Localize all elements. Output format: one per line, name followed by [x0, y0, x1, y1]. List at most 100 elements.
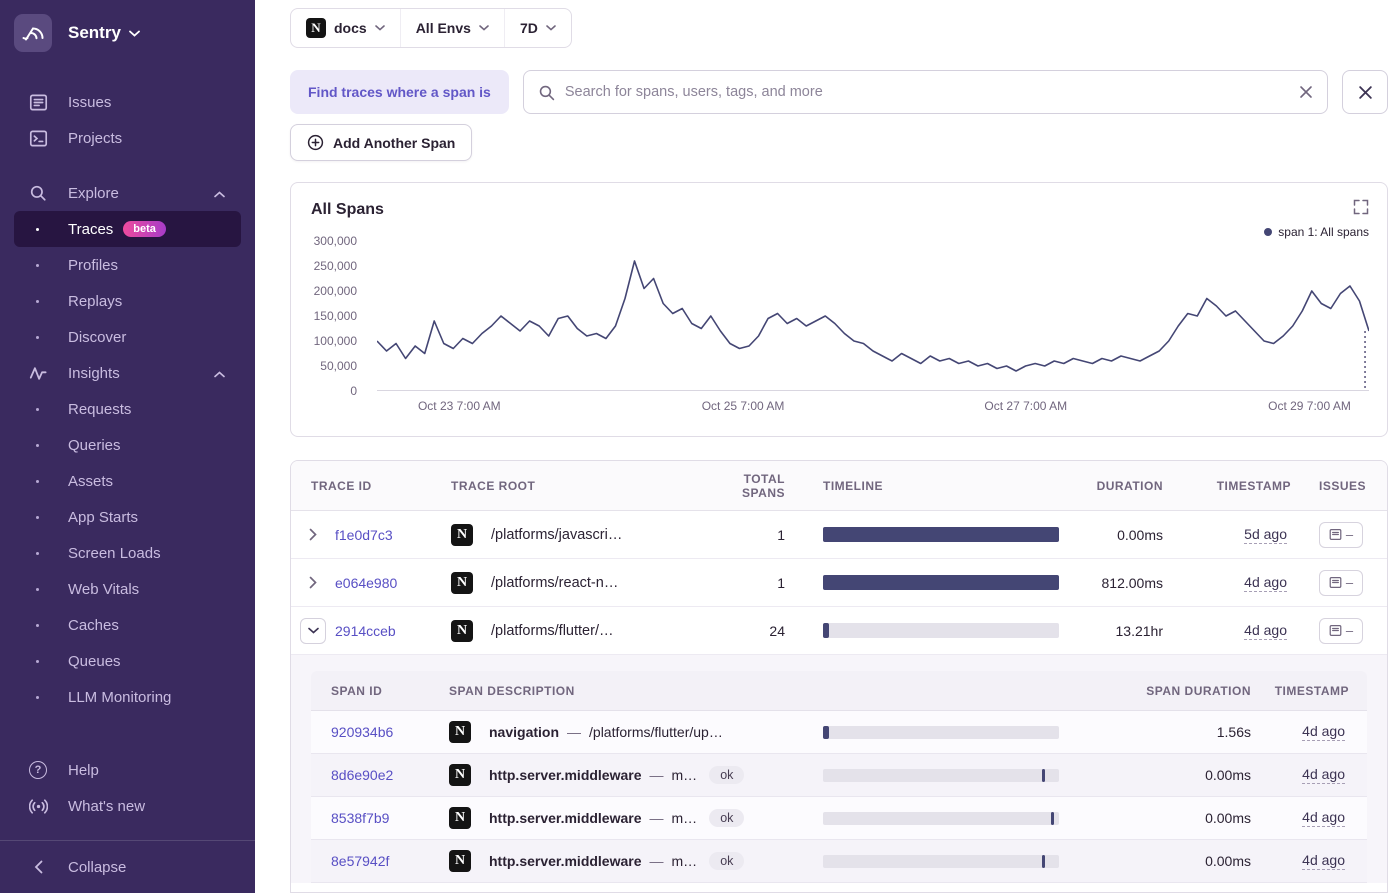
chart-legend[interactable]: span 1: All spans [1264, 225, 1369, 239]
sidebar-item-label: Requests [68, 400, 132, 418]
span-description: http.server.middleware — m… ok [489, 852, 823, 870]
timeline-track [823, 811, 1059, 825]
trace-id-link[interactable]: 2914cceb [335, 623, 451, 639]
sidebar-item-caches[interactable]: Caches [14, 607, 241, 643]
span-id-link[interactable]: 8d6e90e2 [311, 767, 449, 783]
span-op: http.server.middleware [489, 767, 642, 783]
span-row[interactable]: 8e57942f N http.server.middleware — m… o… [311, 840, 1367, 883]
project-icon: N [449, 807, 471, 829]
span-row[interactable]: 8538f7b9 N http.server.middleware — m… o… [311, 797, 1367, 840]
table-row[interactable]: e064e980 N /platforms/react-n… 1 812.00m… [291, 559, 1387, 607]
sidebar-item-queues[interactable]: Queues [14, 643, 241, 679]
sidebar-item-app-starts[interactable]: App Starts [14, 499, 241, 535]
environment-filter-dropdown[interactable]: All Envs [399, 9, 504, 47]
issues-button[interactable]: – [1319, 521, 1363, 548]
collapse-chevron-button[interactable] [300, 617, 326, 644]
sidebar-section-insights[interactable]: Insights [0, 355, 255, 391]
bullet-icon [36, 659, 39, 663]
plus-circle-icon [307, 134, 324, 151]
timestamp[interactable]: 4d ago [1302, 809, 1345, 827]
chevron-down-icon [129, 30, 140, 37]
timestamp[interactable]: 4d ago [1302, 852, 1345, 870]
y-axis-label: 200,000 [313, 284, 357, 298]
y-axis-label: 300,000 [313, 234, 357, 248]
sidebar-item-replays[interactable]: Replays [14, 283, 241, 319]
span-id-link[interactable]: 8e57942f [311, 853, 449, 869]
add-another-span-button[interactable]: Add Another Span [290, 124, 473, 161]
sidebar-item-projects[interactable]: Projects [0, 120, 255, 156]
sidebar-item-discover[interactable]: Discover [14, 319, 241, 355]
sidebar-item-assets[interactable]: Assets [14, 463, 241, 499]
chart-plot-area[interactable] [377, 241, 1369, 391]
issues-icon [28, 93, 48, 112]
legend-label: span 1: All spans [1278, 225, 1369, 239]
chevron-up-icon [214, 365, 225, 382]
timeline-track [823, 768, 1059, 782]
span-row[interactable]: 920934b6 N navigation — /platforms/flutt… [311, 711, 1367, 754]
bullet-icon [36, 443, 39, 447]
issues-button[interactable]: – [1319, 617, 1363, 644]
span-target: m… [671, 767, 698, 783]
timeline-track [823, 623, 1059, 638]
span-id-link[interactable]: 8538f7b9 [311, 810, 449, 826]
sidebar-item-llm-monitoring[interactable]: LLM Monitoring [14, 679, 241, 715]
sidebar-item-help[interactable]: ? Help [0, 752, 255, 788]
span-id-link[interactable]: 920934b6 [311, 724, 449, 740]
timestamp[interactable]: 4d ago [1244, 621, 1287, 640]
total-spans: 1 [777, 526, 785, 543]
timestamp[interactable]: 4d ago [1302, 766, 1345, 784]
date-range-dropdown[interactable]: 7D [503, 9, 571, 47]
clear-search-icon[interactable] [1299, 85, 1313, 99]
sidebar-item-label: What's new [68, 797, 146, 815]
sidebar-item-label: Queries [68, 436, 121, 454]
timeline-bar [1042, 768, 1046, 782]
expand-chevron-icon[interactable] [291, 528, 335, 541]
span-description: http.server.middleware — m… ok [489, 809, 823, 827]
project-avatar: N [306, 18, 326, 38]
trace-root: /platforms/flutter/… [491, 622, 614, 639]
span-search-box[interactable] [522, 70, 1328, 114]
sidebar-item-label: Queues [68, 652, 121, 670]
col-timestamp: Timestamp [1216, 478, 1291, 493]
span-row[interactable]: 8d6e90e2 N http.server.middleware — m… o… [311, 754, 1367, 797]
bullet-icon [36, 335, 39, 339]
sidebar-item-screen-loads[interactable]: Screen Loads [14, 535, 241, 571]
sentry-logo-icon[interactable] [14, 14, 52, 52]
sidebar-item-profiles[interactable]: Profiles [14, 247, 241, 283]
fullscreen-icon[interactable] [1353, 199, 1369, 220]
trace-id-link[interactable]: e064e980 [335, 575, 451, 591]
trace-id-link[interactable]: f1e0d7c3 [335, 527, 451, 543]
main-content: N docs All Envs 7D Find traces where a s… [255, 0, 1400, 893]
sidebar-item-whats-new[interactable]: What's new [0, 788, 255, 824]
timeline-bar [823, 623, 829, 638]
y-axis-label: 100,000 [313, 334, 357, 348]
table-row-expanded[interactable]: 2914cceb N /platforms/flutter/… 24 13.21… [291, 607, 1387, 655]
table-row[interactable]: f1e0d7c3 N /platforms/javascri… 1 0.00ms… [291, 511, 1387, 559]
timestamp[interactable]: 4d ago [1302, 723, 1345, 741]
x-axis-line [377, 390, 1369, 391]
sidebar-item-label: App Starts [68, 508, 139, 526]
sidebar-item-requests[interactable]: Requests [14, 391, 241, 427]
sidebar-item-traces[interactable]: Traces beta [14, 211, 241, 247]
issues-count: – [1345, 575, 1354, 590]
issues-button[interactable]: – [1319, 569, 1363, 596]
sidebar-item-label: Screen Loads [68, 544, 161, 562]
timestamp[interactable]: 5d ago [1244, 525, 1287, 544]
sidebar-item-web-vitals[interactable]: Web Vitals [14, 571, 241, 607]
sidebar-item-issues[interactable]: Issues [0, 84, 255, 120]
project-filter-dropdown[interactable]: N docs [291, 9, 400, 47]
span-search-input[interactable] [564, 84, 1289, 100]
expanded-trace-section: Span ID Span Description Span Duration T… [291, 655, 1387, 883]
org-switcher[interactable]: Sentry [68, 23, 140, 43]
remove-span-filter-button[interactable] [1342, 70, 1388, 114]
dash-separator: — [649, 853, 664, 869]
sidebar-item-queries[interactable]: Queries [14, 427, 241, 463]
sidebar-section-explore[interactable]: Explore [0, 175, 255, 211]
timestamp-cell: 4d ago [1251, 723, 1349, 741]
collapse-sidebar-button[interactable]: Collapse [0, 841, 255, 893]
help-icon: ? [28, 761, 48, 779]
sidebar-item-label: Profiles [68, 256, 119, 274]
app-root: Sentry Issues Projects Explore Traces be… [0, 0, 1400, 893]
expand-chevron-icon[interactable] [291, 576, 335, 589]
timestamp[interactable]: 4d ago [1244, 573, 1287, 592]
